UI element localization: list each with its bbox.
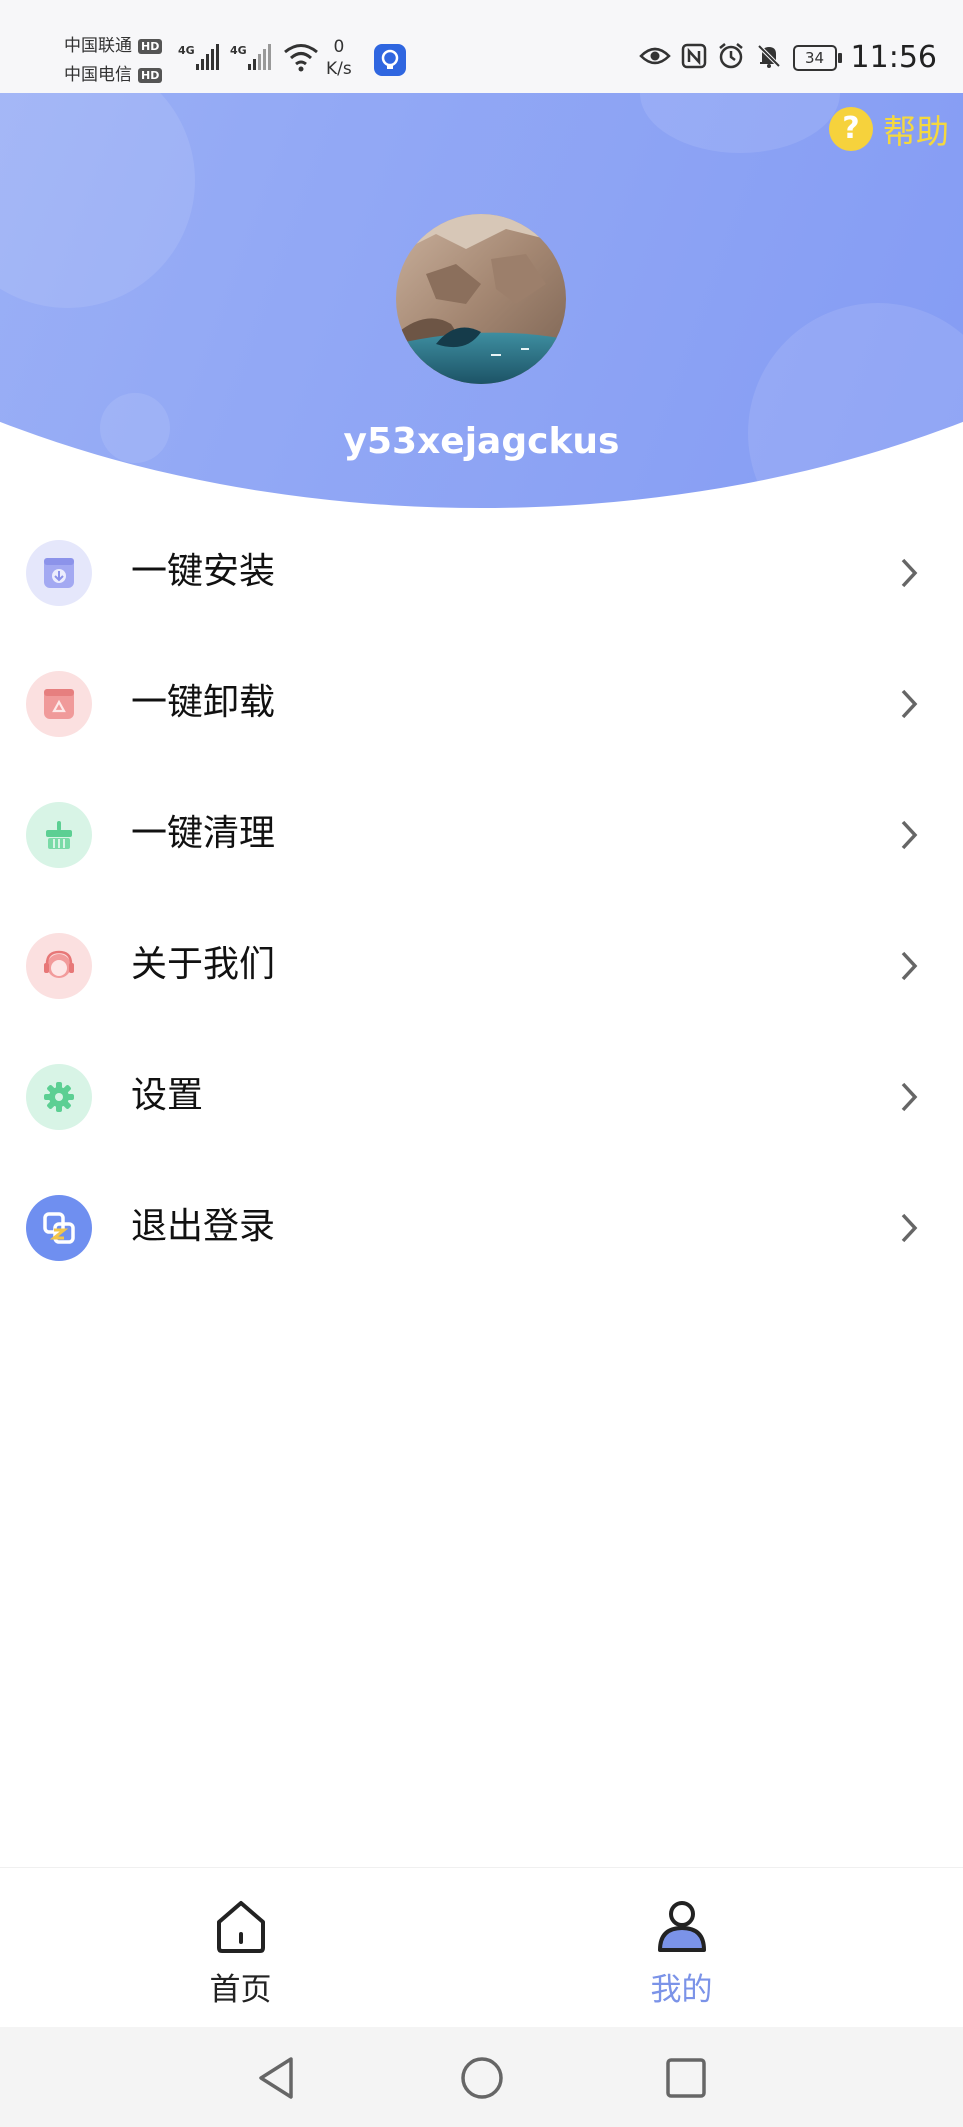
- logout-icon: [26, 1195, 92, 1261]
- battery-icon: 34: [792, 44, 842, 71]
- customer-service-icon: [26, 933, 92, 999]
- hd-badge: HD: [138, 39, 163, 54]
- help-icon: ?: [829, 107, 873, 151]
- network-speed: 0 K/s: [326, 36, 352, 80]
- avatar[interactable]: [396, 214, 566, 384]
- uninstall-icon: [26, 671, 92, 737]
- menu-item-label: 一键清理: [131, 813, 276, 854]
- menu-item-uninstall[interactable]: 一键卸载: [0, 639, 963, 770]
- chevron-right-icon: [899, 1211, 919, 1249]
- tab-label: 首页: [209, 1972, 272, 2008]
- carrier-2: 中国电信: [64, 65, 132, 85]
- recent-apps-icon[interactable]: [664, 2055, 708, 2105]
- menu-item-label: 一键卸载: [131, 682, 276, 723]
- network-type-1: 4G: [178, 44, 195, 57]
- network-type-2: 4G: [230, 44, 247, 57]
- menu-item-label: 设置: [131, 1075, 204, 1116]
- signal-icon: 4G: [178, 40, 222, 78]
- nfc-icon: [681, 43, 707, 73]
- speed-value: 0: [333, 37, 345, 57]
- menu-item-install[interactable]: 一键安装: [0, 508, 963, 639]
- home-icon: [214, 1898, 268, 1958]
- clock: 11:56: [850, 40, 937, 75]
- home-circle-icon[interactable]: [460, 2055, 504, 2105]
- carrier-info: 中国联通 HD 中国电信 HD: [64, 32, 163, 90]
- alarm-icon: [717, 42, 745, 74]
- menu-item-clean[interactable]: 一键清理: [0, 770, 963, 901]
- status-bar: 中国联通 HD 中国电信 HD 4G 4G 0 K/s 34 11:56: [0, 0, 963, 93]
- profile-header: ? 帮助 y53xejagckus: [0, 93, 963, 508]
- profile-icon: [655, 1898, 709, 1958]
- install-icon: [26, 540, 92, 606]
- battery-level: 34: [804, 48, 825, 67]
- menu-item-label: 退出登录: [131, 1206, 276, 1247]
- tab-profile[interactable]: 我的: [441, 1868, 922, 2028]
- menu-item-label: 关于我们: [131, 944, 276, 985]
- gear-icon: [26, 1064, 92, 1130]
- carrier-1: 中国联通: [64, 36, 132, 56]
- menu-list: 一键安装 一键卸载 一键清理 关于我们 设置 退出登录: [0, 508, 963, 1294]
- help-label: 帮助: [883, 112, 949, 151]
- lightbulb-icon: [374, 44, 406, 76]
- bottom-tab-bar: 首页 我的: [0, 1867, 963, 2028]
- menu-item-logout[interactable]: 退出登录: [0, 1163, 963, 1294]
- chevron-right-icon: [899, 1080, 919, 1118]
- system-nav-bar: [0, 2027, 963, 2127]
- clean-broom-icon: [26, 802, 92, 868]
- username: y53xejagckus: [343, 421, 620, 462]
- signal-icon: 4G: [230, 40, 274, 78]
- menu-item-about[interactable]: 关于我们: [0, 901, 963, 1032]
- menu-item-settings[interactable]: 设置: [0, 1032, 963, 1163]
- eye-icon: [638, 45, 671, 71]
- wifi-icon: [282, 42, 320, 76]
- tab-home[interactable]: 首页: [0, 1868, 481, 2028]
- back-icon[interactable]: [255, 2055, 299, 2105]
- chevron-right-icon: [899, 556, 919, 594]
- speed-unit: K/s: [326, 59, 352, 79]
- chevron-right-icon: [899, 818, 919, 856]
- menu-item-label: 一键安装: [131, 551, 276, 592]
- status-icons: 34 11:56: [638, 40, 937, 75]
- tab-label: 我的: [650, 1972, 713, 2008]
- hd-badge: HD: [138, 68, 163, 83]
- chevron-right-icon: [899, 949, 919, 987]
- chevron-right-icon: [899, 687, 919, 725]
- mute-bell-icon: [755, 42, 783, 74]
- help-button[interactable]: ? 帮助: [829, 105, 949, 153]
